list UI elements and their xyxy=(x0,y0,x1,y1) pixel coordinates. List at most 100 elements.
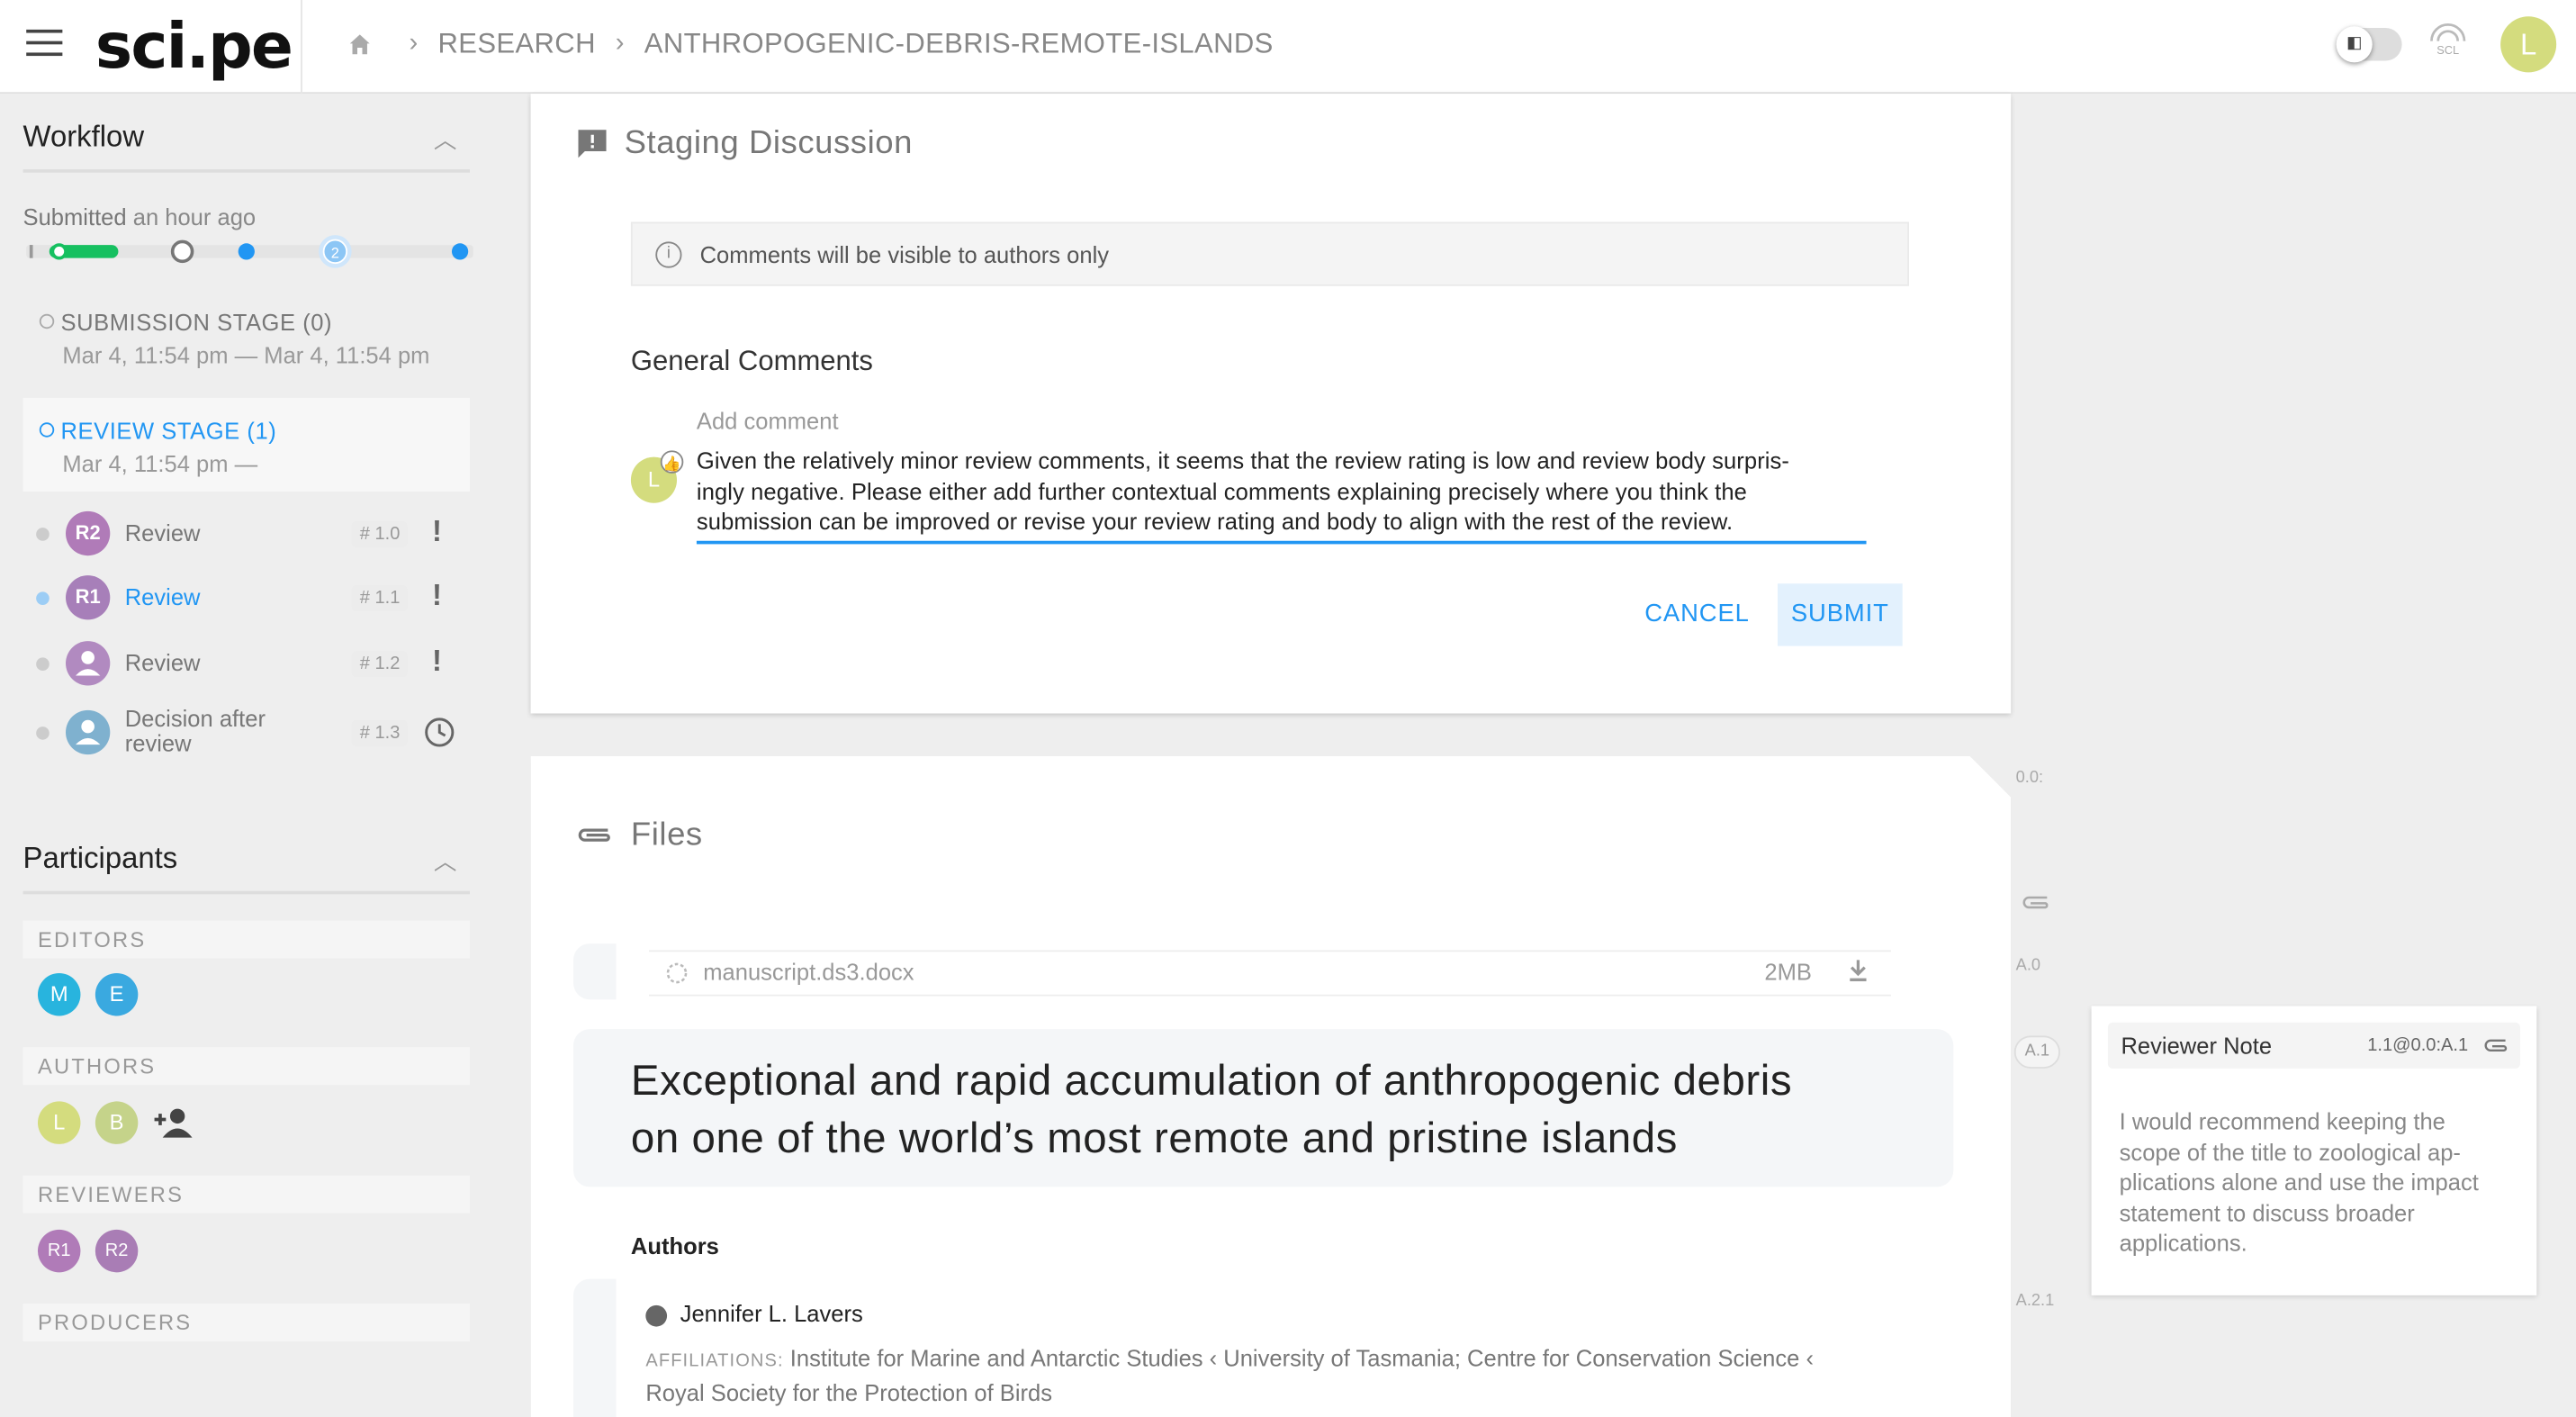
review-item-r2[interactable]: R2 Review # 1.0 ! xyxy=(36,506,476,565)
breadcrumb-research[interactable]: RESEARCH xyxy=(437,28,595,61)
note-anchor-id: 1.1@0.0:A.1 xyxy=(2367,1035,2469,1056)
sidebar: Workflow ︿ Submitted an hour ago 2 SUBMI… xyxy=(0,94,493,1417)
affiliation-line: Royal Society for the Protection of Bird… xyxy=(645,1378,1053,1405)
link-icon[interactable] xyxy=(2484,1037,2510,1053)
comment-line: submission can be improved or revise you… xyxy=(696,508,1734,535)
person-icon xyxy=(66,641,111,686)
authors-label: Authors xyxy=(630,1232,719,1259)
document-title-line: on one of the world’s most remote and pr… xyxy=(630,1113,1678,1162)
note-title: Reviewer Note xyxy=(2121,1032,2273,1059)
file-row[interactable]: manuscript.ds3.docx 2MB xyxy=(648,950,1891,997)
gutter-marker xyxy=(573,943,617,1000)
status-dot xyxy=(36,727,50,740)
cancel-button[interactable]: CANCEL xyxy=(1632,583,1763,645)
reviewer-note-card[interactable]: Reviewer Note 1.1@0.0:A.1 I would recomm… xyxy=(2091,1006,2537,1295)
visibility-notice-text: Comments will be visible to authors only xyxy=(699,241,1110,268)
alert-icon: ! xyxy=(432,578,443,612)
chevron-up-icon[interactable]: ︿ xyxy=(434,845,457,879)
submit-button[interactable]: SUBMIT xyxy=(1777,583,1903,646)
anchor-label: A.2.1 xyxy=(2015,1292,2055,1311)
editor-avatar[interactable]: E xyxy=(95,972,139,1016)
header-divider xyxy=(301,0,302,95)
review-number-badge: # 1.2 xyxy=(351,651,409,678)
review-stage[interactable]: REVIEW STAGE (1) xyxy=(39,417,277,445)
home-icon[interactable] xyxy=(347,32,373,58)
submitted-status: Submitted an hour ago xyxy=(23,203,257,230)
document-title-line: Exceptional and rapid accumulation of an… xyxy=(630,1055,1793,1106)
document-title[interactable]: Exceptional and rapid accumulation of an… xyxy=(631,1052,1913,1168)
stage-info-icon xyxy=(39,422,55,438)
breadcrumb-current[interactable]: ANTHROPOGENIC-DEBRIS-REMOTE-ISLANDS xyxy=(644,28,1274,61)
note-line: plications alone and use the impact xyxy=(2119,1169,2479,1196)
review-item-r1[interactable]: R1 Review # 1.1 ! xyxy=(36,571,476,630)
review-label: Review xyxy=(124,519,201,546)
workflow-title: Workflow xyxy=(23,120,145,153)
download-icon[interactable] xyxy=(1847,957,1870,983)
reviewers-header: REVIEWERS xyxy=(23,1175,471,1214)
attachment-icon[interactable] xyxy=(2022,894,2052,910)
author-avatar[interactable]: B xyxy=(95,1101,139,1144)
review-stage-panel[interactable] xyxy=(23,397,471,492)
anchor-label: A.0 xyxy=(2015,956,2041,975)
add-person-icon[interactable] xyxy=(153,1105,195,1141)
reviewer-avatar[interactable]: R1 xyxy=(37,1229,81,1273)
review-item-decision[interactable]: Decision after review # 1.3 xyxy=(36,705,476,764)
menu-icon[interactable] xyxy=(26,29,63,59)
reviewer-avatar[interactable]: R2 xyxy=(95,1229,139,1273)
file-size: 2MB xyxy=(1764,958,1812,985)
progress-step: 2 xyxy=(331,246,339,262)
anchor-pill[interactable]: A.1 xyxy=(2013,1035,2060,1069)
account-circle-icon xyxy=(645,1304,668,1327)
general-comments-title: General Comments xyxy=(630,345,873,377)
review-stage-dates: Mar 4, 11:54 pm — xyxy=(62,450,258,477)
note-line: applications. xyxy=(2119,1230,2247,1257)
info-icon: i xyxy=(655,241,682,268)
chevron-right-icon: › xyxy=(409,29,419,58)
review-number-badge: # 1.3 xyxy=(351,719,409,747)
logo[interactable]: sci.pe xyxy=(95,10,293,82)
chevron-up-icon[interactable]: ︿ xyxy=(434,123,457,157)
review-stage-label: REVIEW STAGE (1) xyxy=(60,417,277,445)
scl-label: SCL xyxy=(2436,43,2459,57)
stage-dot-icon xyxy=(39,313,55,329)
scl-signal-icon[interactable]: SCL xyxy=(2425,18,2471,60)
file-name[interactable]: manuscript.ds3.docx xyxy=(703,959,914,985)
comment-input[interactable]: Given the relatively minor review commen… xyxy=(697,446,1867,537)
status-dot xyxy=(36,591,50,605)
producers-header: PRODUCERS xyxy=(23,1304,471,1342)
affiliations-label: AFFILIATIONS: xyxy=(645,1350,784,1371)
visibility-notice: i Comments will be visible to authors on… xyxy=(630,221,1909,286)
person-icon xyxy=(66,709,111,755)
editor-avatar[interactable]: M xyxy=(37,972,81,1016)
reviewer-avatar: R1 xyxy=(66,575,111,620)
author-avatar[interactable]: L xyxy=(37,1101,81,1144)
submission-stage[interactable]: SUBMISSION STAGE (0) xyxy=(39,309,332,336)
workflow-progress: 2 xyxy=(26,235,473,268)
feedback-icon xyxy=(578,130,607,158)
review-item-3[interactable]: Review # 1.2 ! xyxy=(36,636,476,696)
authors-header: AUTHORS xyxy=(23,1047,471,1086)
input-underline xyxy=(696,540,1867,545)
review-label: Review xyxy=(124,583,201,610)
discussion-title: Staging Discussion xyxy=(624,124,913,161)
participants-title: Participants xyxy=(23,841,178,875)
note-line: scope of the title to zoological ap- xyxy=(2119,1138,2461,1165)
alert-icon: ! xyxy=(432,514,443,548)
breadcrumb: › RESEARCH › ANTHROPOGENIC-DEBRIS-REMOTE… xyxy=(347,28,1274,61)
view-mode-toggle[interactable]: ◧ xyxy=(2336,26,2402,63)
user-avatar[interactable]: L xyxy=(2500,16,2557,73)
staging-discussion-card: Staging Discussion i Comments will be vi… xyxy=(530,94,2012,714)
review-number-badge: # 1.1 xyxy=(351,585,409,612)
author-name[interactable]: Jennifer L. Lavers xyxy=(680,1300,863,1326)
comment-line: Given the relatively minor review commen… xyxy=(696,447,1790,474)
note-body: I would recommend keeping the scope of t… xyxy=(2120,1106,2514,1259)
note-line: statement to discuss broader xyxy=(2119,1199,2415,1226)
commenter-avatar: L 👍 xyxy=(630,450,684,503)
status-dot xyxy=(36,657,50,672)
clock-icon xyxy=(425,718,455,747)
file-icon xyxy=(666,962,688,984)
chevron-right-icon: › xyxy=(615,29,625,58)
book-icon: ◧ xyxy=(2336,26,2373,63)
submission-stage-dates: Mar 4, 11:54 pm — Mar 4, 11:54 pm xyxy=(62,341,430,369)
files-card: Files manuscript.ds3.docx 2MB Exceptiona… xyxy=(530,755,2012,1417)
